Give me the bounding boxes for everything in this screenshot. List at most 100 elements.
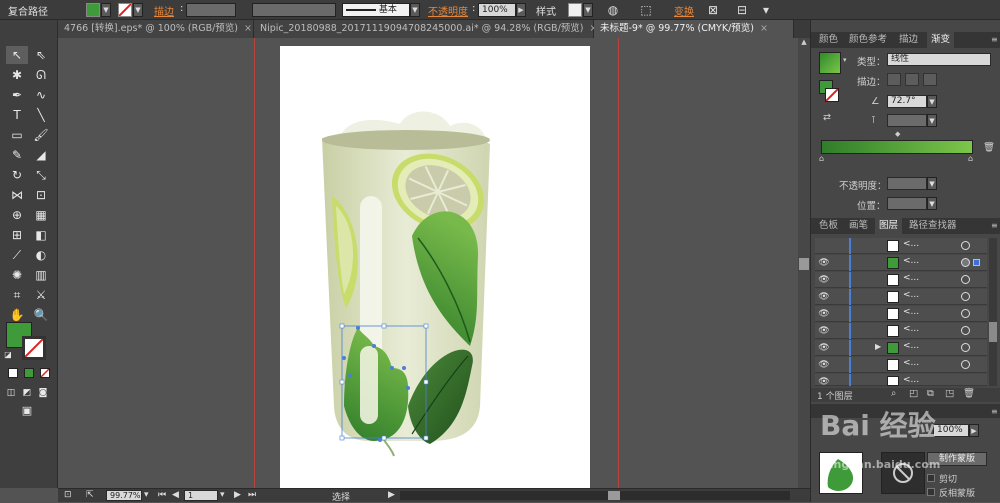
free-transform-tool-icon[interactable]: ⊡: [30, 186, 52, 204]
gradient-opacity-dropdown-icon[interactable]: ▼: [927, 177, 937, 190]
close-icon[interactable]: ×: [244, 23, 252, 34]
stroke-swatch[interactable]: [118, 3, 132, 17]
perspective-grid-tool-icon[interactable]: ▦: [30, 206, 52, 224]
locate-object-icon[interactable]: ⌕: [891, 388, 896, 399]
gradient-type-select[interactable]: 线性: [887, 53, 991, 66]
gradient-tool-icon[interactable]: ◧: [30, 226, 52, 244]
eye-icon[interactable]: 👁: [818, 274, 830, 286]
curvature-tool-icon[interactable]: ∿: [30, 86, 52, 104]
gradient-opacity-field[interactable]: [887, 177, 927, 190]
eye-icon[interactable]: 👁: [818, 308, 830, 320]
target-icon[interactable]: [961, 241, 970, 250]
layer-row[interactable]: 👁 <...: [815, 323, 987, 339]
stroke-swatch-small[interactable]: [825, 88, 839, 102]
expand-arrow-icon[interactable]: ▶: [875, 342, 881, 351]
tab-gradient[interactable]: 渐变: [927, 32, 955, 48]
stroke-label[interactable]: 描边: [154, 3, 174, 18]
panel-menu-icon[interactable]: ≡: [987, 32, 1000, 48]
target-icon[interactable]: [961, 275, 970, 284]
eye-icon[interactable]: 👁: [818, 342, 830, 354]
layers-scrollbar[interactable]: [989, 238, 997, 386]
scroll-thumb[interactable]: [799, 258, 809, 270]
vertical-scrollbar[interactable]: ▲: [798, 38, 810, 488]
style-dropdown-icon[interactable]: ▼: [583, 3, 593, 17]
target-icon[interactable]: [961, 309, 970, 318]
gradient-stop-right[interactable]: ⌂: [968, 154, 973, 163]
layer-row[interactable]: 👁 <...: [815, 255, 987, 271]
layer-row[interactable]: 👁 <...: [815, 357, 987, 373]
recolor-icon[interactable]: ◍: [605, 2, 621, 18]
draw-behind-icon[interactable]: ◩: [20, 384, 34, 402]
shape-builder-tool-icon[interactable]: ⊕: [6, 206, 28, 224]
mesh-tool-icon[interactable]: ⊞: [6, 226, 28, 244]
delete-stop-icon[interactable]: 🗑: [983, 142, 995, 153]
target-icon[interactable]: [961, 292, 970, 301]
stroke-across-icon[interactable]: [923, 73, 937, 86]
tab-brushes[interactable]: 画笔: [845, 218, 872, 234]
tab-color[interactable]: 颜色: [815, 32, 842, 48]
fill-dropdown-icon[interactable]: ▼: [101, 3, 111, 17]
target-icon[interactable]: [961, 258, 970, 267]
tab-document-3[interactable]: 未标题-9* @ 99.77% (CMYK/预览) ×: [594, 20, 794, 38]
scale-tool-icon[interactable]: ⤡: [30, 166, 52, 184]
target-icon[interactable]: [961, 360, 970, 369]
horizontal-scrollbar[interactable]: [400, 491, 790, 500]
eyedropper-tool-icon[interactable]: ⟋: [6, 246, 28, 264]
direct-selection-tool-icon[interactable]: ⇖: [30, 46, 52, 64]
fill-swatch[interactable]: [86, 3, 100, 17]
stroke-along-icon[interactable]: [905, 73, 919, 86]
page-dropdown-icon[interactable]: ▾: [220, 490, 225, 500]
stroke-within-icon[interactable]: [887, 73, 901, 86]
eye-icon[interactable]: 👁: [818, 325, 830, 337]
transparency-opacity-field[interactable]: 100%: [933, 424, 969, 437]
selection-indicator-icon[interactable]: [973, 259, 980, 266]
gradient-position-field[interactable]: [887, 197, 927, 210]
previous-artboard-icon[interactable]: ◀: [172, 490, 179, 500]
symbol-sprayer-tool-icon[interactable]: ✺: [6, 266, 28, 284]
target-icon[interactable]: [961, 343, 970, 352]
rectangle-tool-icon[interactable]: ▭: [6, 126, 28, 144]
opacity-dropdown-icon[interactable]: ▶: [516, 3, 526, 17]
eye-icon[interactable]: 👁: [818, 376, 830, 388]
layer-row[interactable]: 👁 <...: [815, 306, 987, 322]
eye-icon[interactable]: 👁: [818, 359, 830, 371]
layer-row[interactable]: 👁 <...: [815, 289, 987, 305]
gradient-thumbnail[interactable]: [819, 52, 841, 74]
stroke-color-box[interactable]: [22, 336, 46, 360]
export-icon[interactable]: ⇱: [86, 490, 94, 500]
layer-row[interactable]: 👁 ▶ <...: [815, 340, 987, 356]
angle-dropdown-icon[interactable]: ▼: [927, 95, 937, 108]
eye-icon[interactable]: 👁: [818, 291, 830, 303]
panel-menu-icon[interactable]: ≡: [987, 404, 1000, 420]
brush-definition[interactable]: 基本: [342, 3, 410, 17]
page-field[interactable]: 1: [184, 490, 218, 501]
gradient-mode-icon[interactable]: [24, 368, 34, 378]
paintbrush-tool-icon[interactable]: 🖌: [30, 126, 52, 144]
layer-row[interactable]: 👁 <...: [815, 374, 987, 388]
eye-icon[interactable]: 👁: [818, 257, 830, 269]
artboard-tool-icon[interactable]: ⌗: [6, 286, 28, 304]
opacity-label[interactable]: 不透明度: [428, 3, 468, 18]
layer-row[interactable]: 👁 <...: [815, 272, 987, 288]
opacity-field[interactable]: 100%: [478, 3, 516, 17]
pen-tool-icon[interactable]: ✒: [6, 86, 28, 104]
transform-label[interactable]: 变换: [674, 3, 694, 18]
line-tool-icon[interactable]: ╲: [30, 106, 52, 124]
layers-scroll-thumb[interactable]: [989, 322, 997, 342]
selection-tool-icon[interactable]: ↖: [6, 46, 28, 64]
zoom-tool-icon[interactable]: 🔍: [30, 306, 52, 324]
color-mode-icon[interactable]: [8, 368, 18, 378]
new-sublayer-icon[interactable]: ⧉: [927, 388, 934, 399]
tab-swatches[interactable]: 色板: [815, 218, 842, 234]
magic-wand-tool-icon[interactable]: ✱: [6, 66, 28, 84]
width-tool-icon[interactable]: ⋈: [6, 186, 28, 204]
aspect-ratio-field[interactable]: [887, 114, 927, 127]
first-artboard-icon[interactable]: ⏮: [158, 490, 166, 500]
canvas[interactable]: [58, 38, 810, 488]
slice-tool-icon[interactable]: ⚔: [30, 286, 52, 304]
new-layer-icon[interactable]: ◳: [945, 388, 954, 399]
midpoint-diamond-icon[interactable]: ◆: [895, 130, 900, 138]
invert-mask-checkbox[interactable]: [927, 488, 935, 496]
hscroll-thumb[interactable]: [608, 491, 620, 500]
eraser-tool-icon[interactable]: ◢: [30, 146, 52, 164]
